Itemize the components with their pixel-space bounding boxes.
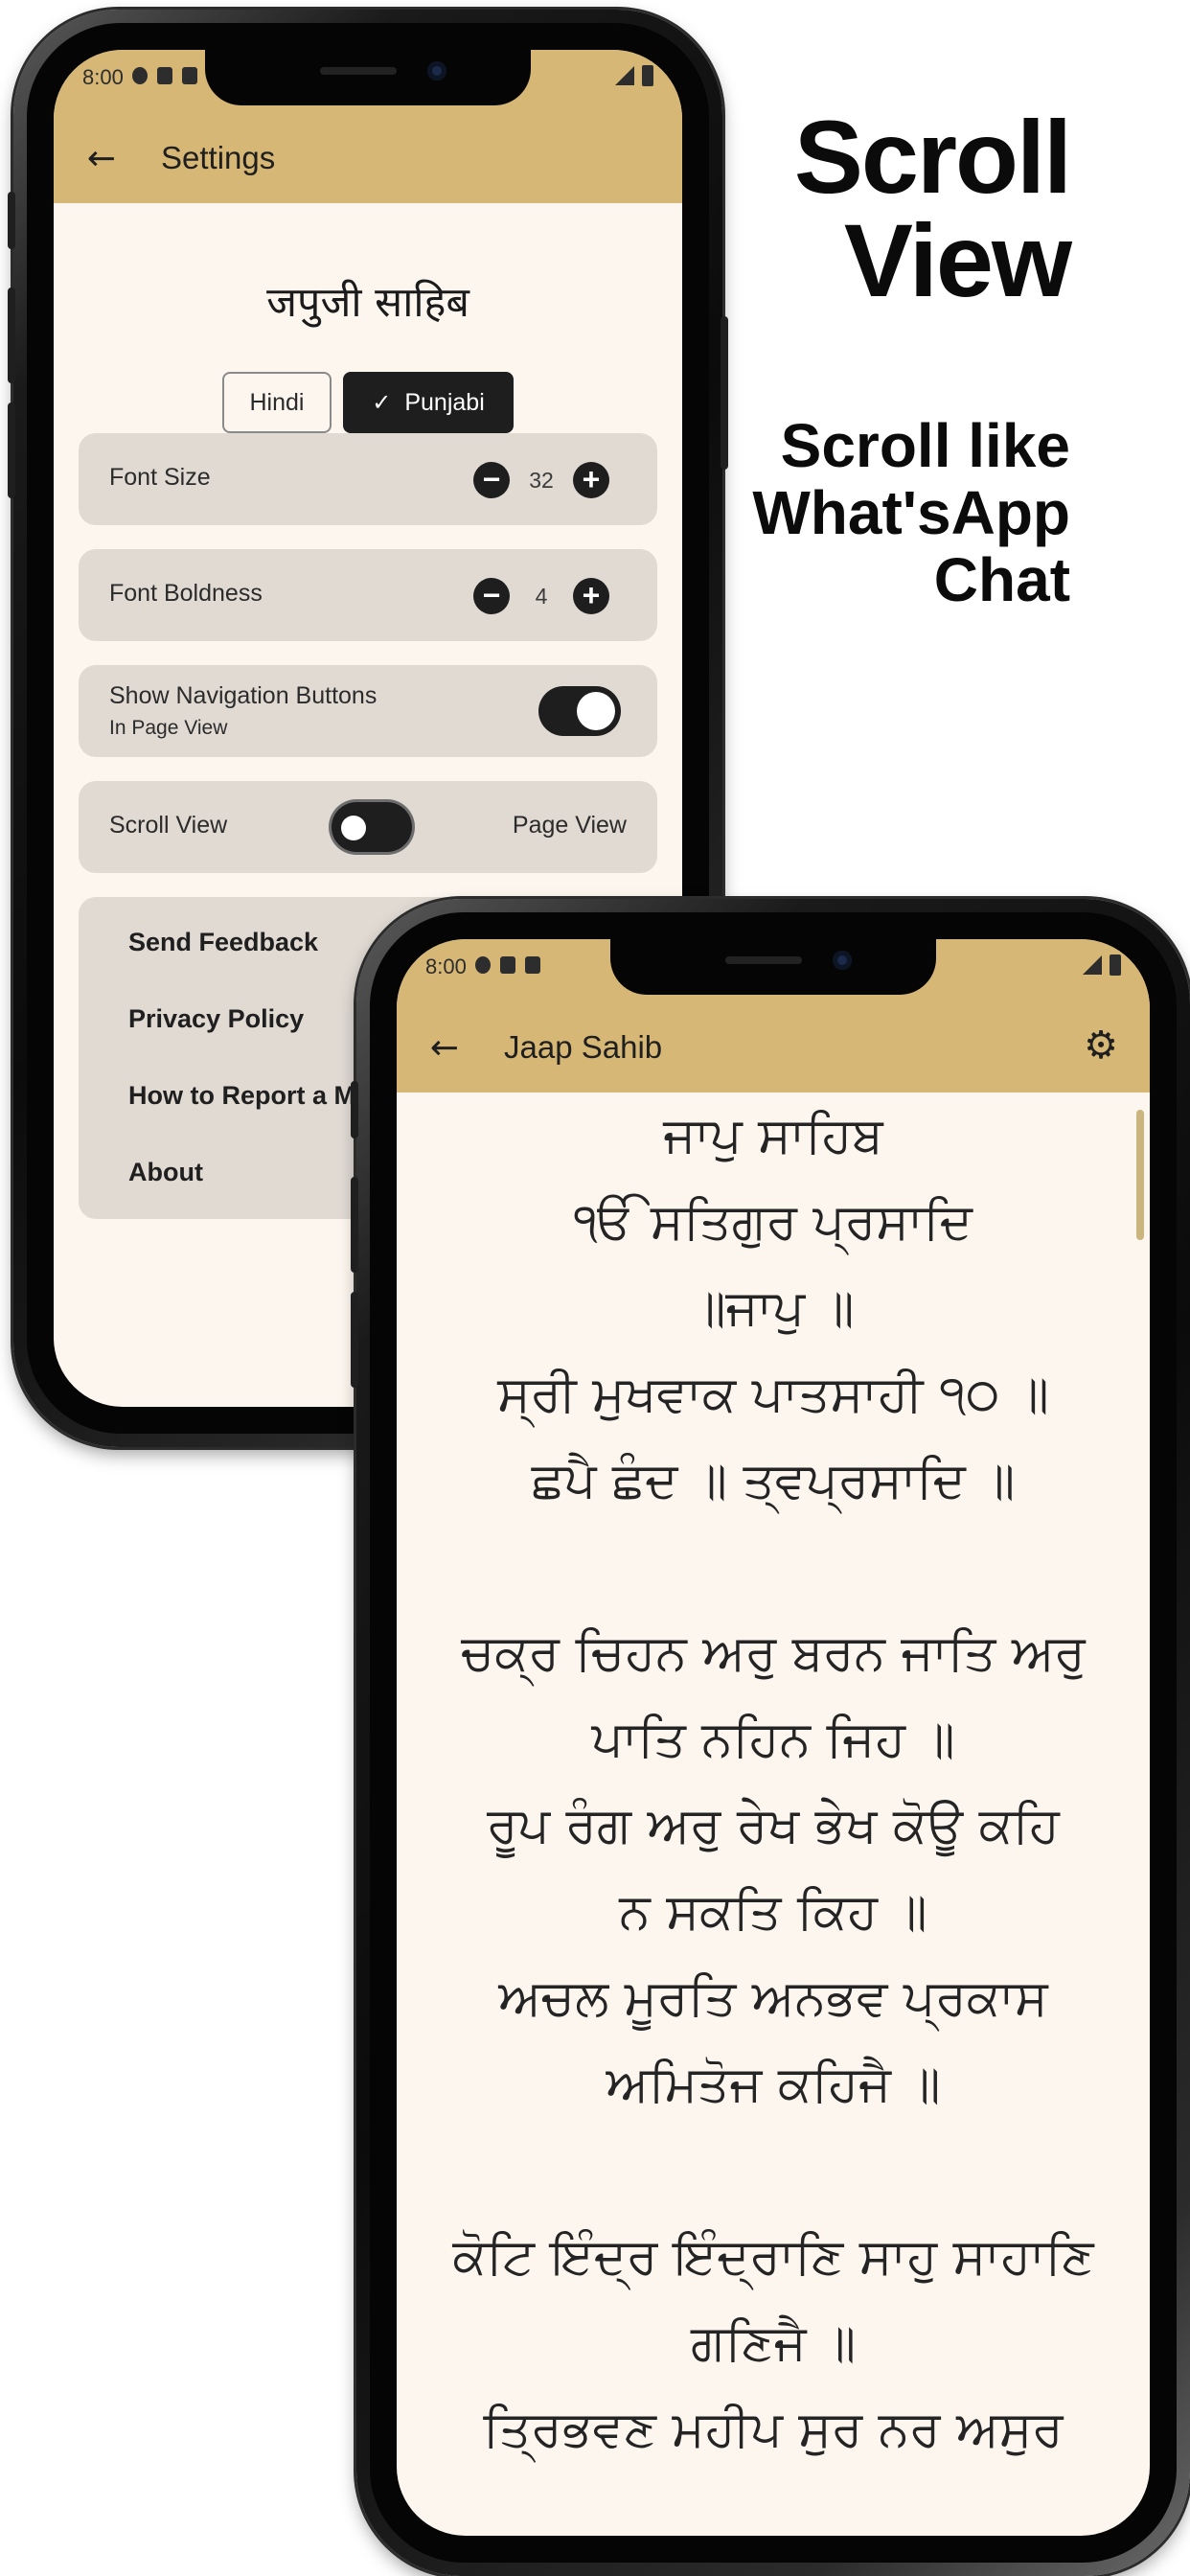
gurbani-line: ੴ ਸਤਿਗੁਰ ਪ੍ਰਸਾਦਿ (574, 1193, 973, 1251)
status-system-icons (1083, 954, 1121, 976)
app-bar-title: Settings (161, 140, 276, 175)
minus-icon[interactable]: − (473, 462, 510, 498)
status-time: 8:00 (425, 954, 467, 978)
gurbani-line: ਕੋਟਿ ਇੰਦ੍ਰ ਇੰਦ੍ਰਾਣਿ ਸਾਹੁ ਸਾਹਾਣਿ (452, 2228, 1094, 2286)
font-size-label: Font Size (109, 464, 211, 491)
phone-volume-down (351, 1292, 358, 1388)
battery-icon (642, 65, 653, 86)
font-size-card: Font Size − 32 + (79, 433, 657, 525)
gurbani-line: ਅਚਲ ਮੂਰਤਿ ਅਨਭਵ ਪ੍ਰਕਾਸ (498, 1969, 1048, 2027)
gurbani-line: ॥ਜਾਪੁ ॥ (692, 1279, 855, 1337)
earpiece-speaker (725, 956, 802, 964)
signal-icon (615, 66, 634, 85)
gurbani-text-body: ਜਾਪੁ ਸਾਹਿਬ ੴ ਸਤਿਗੁਰ ਪ੍ਰਸਾਦਿ ॥ਜਾਪੁ ॥ ਸ੍ਰੀ ਮੁ… (397, 1092, 1150, 2536)
status-notification-icons (132, 67, 197, 84)
phone-silent-switch (8, 192, 15, 249)
sd-card-icon (157, 67, 172, 84)
stanza-gap (397, 2128, 1150, 2214)
gurbani-line: ਪਾਤਿ ਨਹਿਨ ਜਿਹ ॥ (591, 1711, 955, 1768)
gear-icon[interactable]: ⚙ (1081, 1025, 1121, 1066)
status-time: 8:00 (82, 65, 124, 89)
chip-label: Hindi (249, 388, 305, 416)
toggle-knob (577, 692, 615, 730)
gurbani-line: ਤ੍ਰਿਭਵਣ ਮਹੀਪ ਸੁਰ ਨਰ ਅਸੁਰ (483, 2401, 1064, 2458)
font-boldness-card: Font Boldness − 4 + (79, 549, 657, 641)
font-boldness-value: 4 (535, 583, 548, 609)
phone-silent-switch (351, 1081, 358, 1138)
about-link[interactable]: About (128, 1158, 203, 1187)
view-mode-card: Scroll View Page View (79, 781, 657, 873)
front-camera (427, 61, 446, 80)
image-icon (525, 956, 540, 974)
shield-icon (132, 67, 148, 84)
app-bar-title: Jaap Sahib (504, 1029, 663, 1065)
gurbani-line: ਗਣਿਜੈ ॥ (690, 2314, 857, 2372)
stanza-gap (397, 1524, 1150, 1610)
gurbani-line: ਛਪੈ ਛੰਦ ॥ ਤ੍ਵਪ੍ਰਸਾਦਿ ॥ (531, 1452, 1016, 1509)
report-mistake-link[interactable]: How to Report a Mis (128, 1081, 378, 1111)
preview-heading: जपुजी साहिब (266, 279, 469, 327)
phone-volume-down (8, 402, 15, 498)
navigation-buttons-sublabel: In Page View (109, 717, 228, 739)
page-view-label: Page View (512, 812, 627, 839)
headline-line-1: Scroll (793, 99, 1072, 215)
phone-volume-up (351, 1177, 358, 1273)
toggle-knob (341, 816, 366, 840)
phone-power-button (721, 316, 728, 470)
phone-notch (610, 939, 936, 995)
check-icon: ✓ (372, 389, 392, 416)
phone-volume-up (8, 288, 15, 383)
reader-phone-mockup: 8:00 ← Jaap Sahib ⚙ ਜਾਪੁ ਸਾਹਿਬ ੴ ਸਤਿਗੁਰ ਪ… (351, 899, 1190, 2576)
status-notification-icons (475, 956, 540, 974)
sd-card-icon (500, 956, 515, 974)
send-feedback-link[interactable]: Send Feedback (128, 928, 318, 957)
shield-icon (475, 956, 491, 974)
font-boldness-stepper: − 4 + (473, 578, 609, 614)
headline-line-2: View (843, 202, 1072, 318)
minus-icon[interactable]: − (473, 578, 510, 614)
scroll-view-label: Scroll View (109, 812, 228, 839)
back-arrow-icon[interactable]: ← (425, 1029, 464, 1068)
image-icon (182, 67, 197, 84)
reader-screen: 8:00 ← Jaap Sahib ⚙ ਜਾਪੁ ਸਾਹਿਬ ੴ ਸਤਿਗੁਰ ਪ… (397, 939, 1150, 2536)
plus-icon[interactable]: + (573, 578, 609, 614)
battery-icon (1110, 954, 1121, 976)
navigation-buttons-label: Show Navigation Buttons (109, 682, 378, 709)
gurbani-line: ਰੂਪ ਰੰਗ ਅਰੁ ਰੇਖ ਭੇਖ ਕੋਊ ਕਹਿ (487, 1797, 1060, 1854)
font-boldness-label: Font Boldness (109, 580, 263, 607)
font-size-stepper: − 32 + (473, 462, 609, 498)
gurbani-line: ਸ੍ਰੀ ਮੁਖਵਾਕ ਪਾਤਸਾਹੀ ੧੦ ॥ (497, 1366, 1049, 1423)
phone-notch (205, 50, 531, 105)
signal-icon (1083, 955, 1102, 975)
view-mode-toggle[interactable] (332, 802, 412, 852)
scrollbar-thumb[interactable] (1136, 1110, 1144, 1240)
gurbani-line: ਨ ਸਕਤਿ ਕਿਹ ॥ (619, 1883, 927, 1941)
language-selector: Hindi ✓ Punjabi (54, 372, 682, 433)
promo-headline: Scroll View (668, 99, 1072, 318)
chip-label: Punjabi (404, 388, 485, 416)
gurbani-line: ਜਾਪੁ ਸਾਹਿਬ (663, 1107, 883, 1164)
gurbani-line: ਚਕ੍ਰ ਚਿਹਨ ਅਰੁ ਬਰਨ ਜਾਤਿ ਅਰੁ (461, 1624, 1086, 1682)
plus-icon[interactable]: + (573, 462, 609, 498)
privacy-policy-link[interactable]: Privacy Policy (128, 1004, 304, 1034)
back-arrow-icon[interactable]: ← (82, 140, 121, 178)
navigation-buttons-toggle[interactable] (538, 686, 621, 736)
font-size-value: 32 (529, 467, 554, 493)
earpiece-speaker (320, 67, 397, 75)
gurbani-line: ਅਮਿਤੋਜ ਕਹਿਜੈ ॥ (606, 2056, 941, 2113)
language-chip-hindi[interactable]: Hindi (222, 372, 332, 433)
front-camera (833, 951, 852, 970)
navigation-buttons-card: Show Navigation Buttons In Page View (79, 665, 657, 757)
status-system-icons (615, 65, 653, 86)
language-chip-punjabi[interactable]: ✓ Punjabi (343, 372, 514, 433)
